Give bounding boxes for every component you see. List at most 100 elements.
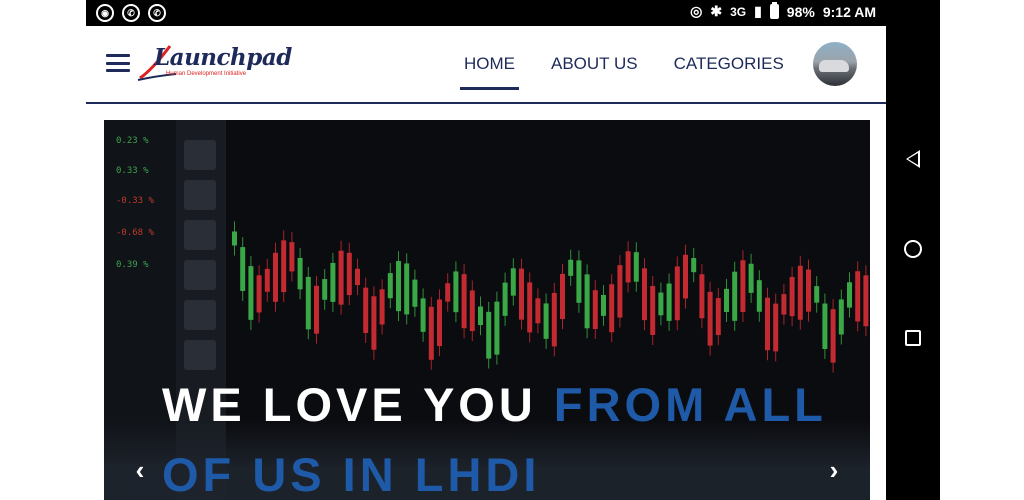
candle-body <box>797 265 803 320</box>
candle-body <box>617 265 623 318</box>
next-slide-button[interactable]: › <box>822 455 846 485</box>
slide-title-white: WE LOVE YOU <box>162 378 554 431</box>
candle-body <box>674 266 680 321</box>
candle-body <box>707 291 713 346</box>
candle-body <box>855 271 861 322</box>
candle-body <box>822 303 828 349</box>
candle-body <box>412 279 418 307</box>
candle-body <box>633 252 639 282</box>
candle-body <box>404 263 410 315</box>
slide-title: WE LOVE YOU FROM ALL OF US IN LHDI <box>162 370 842 500</box>
candle-body <box>322 279 328 300</box>
android-nav-bar <box>886 0 940 500</box>
candle-body <box>568 259 574 276</box>
user-avatar[interactable] <box>813 42 857 86</box>
candle-body <box>248 266 254 320</box>
back-icon[interactable] <box>902 148 924 170</box>
candle-body <box>732 271 738 321</box>
candle-body <box>305 276 311 330</box>
candle-body <box>560 273 565 320</box>
candle-body <box>330 262 336 302</box>
candle-body <box>297 257 303 290</box>
candle-body <box>338 250 344 305</box>
candle-body <box>502 282 508 316</box>
candle-body <box>576 260 582 303</box>
hero-slider: 0.23 % 0.33 % -0.33 % -0.68 % 0.39 % WE … <box>104 120 870 500</box>
whatsapp-icon: ✆ <box>148 4 166 22</box>
nav-categories[interactable]: CATEGORIES <box>674 26 784 102</box>
candle-body <box>437 299 442 347</box>
candle-body <box>420 298 426 332</box>
signal-icon: ▮ <box>754 3 762 19</box>
status-bar: ◉ ✆ ✆ ◎ ✱ 3G ▮ 98% 9:12 AM <box>86 0 940 26</box>
candle-body <box>273 252 278 302</box>
candle-body <box>551 292 557 347</box>
candle-body <box>428 306 434 360</box>
candle-body <box>666 283 672 321</box>
whatsapp-icon: ✆ <box>122 4 140 22</box>
network-type: 3G <box>730 4 747 19</box>
candle-body <box>584 274 590 329</box>
candle-body <box>363 287 369 333</box>
candle-body <box>256 275 262 313</box>
candle-body <box>314 285 319 334</box>
candle-body <box>658 292 664 316</box>
candle-body <box>289 242 295 272</box>
candle-body <box>789 276 795 317</box>
site-header: Launchpad Human Development Initiative H… <box>86 26 886 104</box>
candle-body <box>453 271 459 313</box>
recents-icon[interactable] <box>902 327 924 349</box>
nav-about-us[interactable]: ABOUT US <box>551 26 638 102</box>
hamburger-menu-icon[interactable] <box>106 54 130 72</box>
clock: 9:12 AM <box>822 3 876 20</box>
candle-body <box>847 282 852 308</box>
nav-home[interactable]: HOME <box>460 26 519 102</box>
candle-body <box>642 268 647 321</box>
candle-body <box>346 252 352 296</box>
candle-body <box>494 301 500 355</box>
candle-body <box>806 269 811 312</box>
home-icon[interactable] <box>902 238 924 260</box>
candle-body <box>748 263 754 293</box>
candle-body <box>781 294 787 315</box>
candle-body <box>510 268 516 296</box>
candle-body <box>543 303 549 339</box>
candle-body <box>609 284 615 333</box>
candle-body <box>765 297 770 351</box>
phone-screen: ◉ ✆ ✆ ◎ ✱ 3G ▮ 98% 9:12 AM Launchpad Hum… <box>86 0 940 500</box>
candle-body <box>232 231 237 246</box>
candle-body <box>650 286 656 335</box>
hotspot-icon: ◎ <box>690 3 703 19</box>
candle-body <box>724 288 729 312</box>
candle-body <box>592 290 598 329</box>
candle-body <box>281 240 287 293</box>
logo-subtitle: Human Development Initiative <box>166 71 247 77</box>
candle-body <box>691 257 697 273</box>
candle-body <box>461 274 467 329</box>
candle-body <box>535 298 541 324</box>
candle-body <box>601 294 606 316</box>
prev-slide-button[interactable]: ‹ <box>128 455 152 485</box>
avatar-car-image <box>819 60 849 72</box>
candle-body <box>371 296 377 350</box>
candle-body <box>387 273 393 299</box>
candle-body <box>830 309 836 363</box>
status-right: ◎ ✱ 3G ▮ 98% 9:12 AM <box>690 2 876 20</box>
candle-body <box>715 298 721 336</box>
candle-body <box>699 274 705 319</box>
candle-body <box>355 268 360 286</box>
candle-body <box>863 275 869 327</box>
candle-body <box>264 268 270 292</box>
candle-body <box>625 251 631 283</box>
site-logo[interactable]: Launchpad Human Development Initiative <box>136 40 292 84</box>
logo-title: Launchpad <box>154 44 292 71</box>
battery-level: 98% <box>786 3 815 20</box>
candle-body <box>396 261 401 312</box>
right-margin <box>940 0 1024 500</box>
candle-body <box>519 268 524 320</box>
candle-body <box>379 289 385 325</box>
left-margin <box>0 0 86 500</box>
candle-body <box>486 311 492 359</box>
battery-icon <box>769 2 779 19</box>
candle-body <box>527 282 533 333</box>
